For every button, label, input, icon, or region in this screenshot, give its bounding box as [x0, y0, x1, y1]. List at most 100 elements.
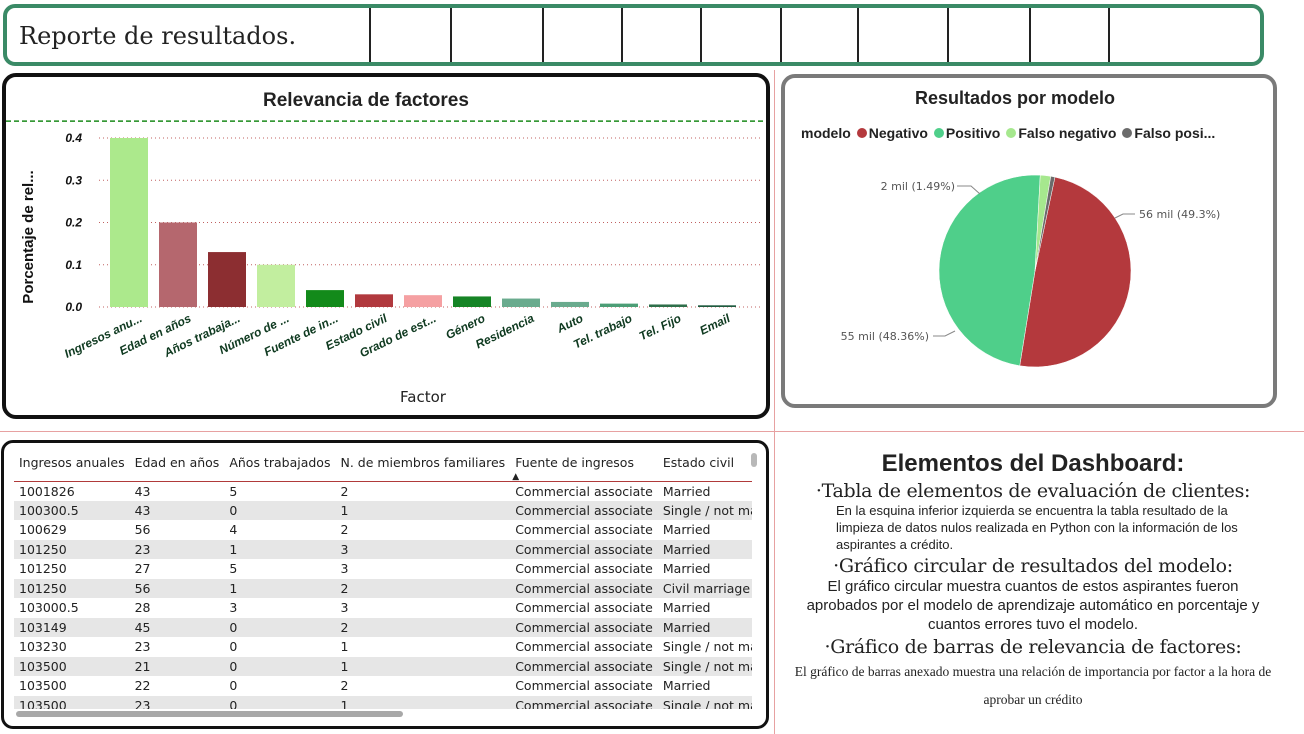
bar[interactable]: [159, 222, 197, 308]
table-cell: 3: [229, 600, 238, 616]
y-tick-label: 0.2: [65, 216, 82, 230]
x-axis-label: Factor: [400, 388, 447, 406]
section-title-text: Tabla de elementos de evaluación de clie…: [821, 480, 1251, 502]
sort-ascending-icon[interactable]: ▲: [512, 472, 519, 482]
horizontal-scrollbar[interactable]: [16, 711, 403, 717]
table-cell: Commercial associate: [510, 617, 658, 637]
table-cell: 103500: [19, 678, 67, 694]
table-scroll-area[interactable]: Ingresos anuales Edad en años Años trabaja…: [14, 451, 752, 709]
table-cell: 0: [224, 656, 336, 676]
header-cell: [621, 8, 623, 62]
header-cell: [947, 8, 949, 62]
column-header[interactable]: Edad en años: [129, 451, 225, 482]
table-cell: 103500: [14, 656, 130, 676]
bar[interactable]: [208, 252, 246, 307]
column-header[interactable]: N. de miembros familiares: [335, 451, 511, 482]
table-cell: 2: [340, 483, 349, 499]
bar[interactable]: [404, 295, 442, 307]
table-row[interactable]: 101250 27 5 3 Commercial associate Married: [14, 559, 752, 579]
bar-chart[interactable]: Porcentaje de rel... Factor 0.0 0.1 0.2 0.3…: [6, 77, 766, 415]
column-header[interactable]: Ingresos anuales: [14, 451, 130, 482]
table-row[interactable]: 103149 45 0 2 Commercial associate Married: [14, 617, 752, 637]
table-cell: 21: [129, 656, 225, 676]
report-title: Reporte de resultados.: [19, 22, 297, 50]
bar[interactable]: [355, 294, 393, 307]
section-title-text: Gráfico circular de resultados del model…: [838, 555, 1233, 577]
table-row[interactable]: 101250 56 1 2 Commercial associate Civil marr…: [14, 578, 752, 598]
header-cell: [857, 8, 859, 62]
table-cell: Married: [662, 678, 711, 694]
bar[interactable]: [551, 301, 589, 307]
bar[interactable]: [306, 290, 344, 307]
column-header[interactable]: Fuente de ingresos ▲: [510, 451, 658, 482]
table-cell: 43: [134, 483, 151, 499]
table-row[interactable]: 103500 22 0 2 Commercial associate Married: [14, 676, 752, 696]
table-cell: 0: [224, 500, 336, 520]
table-cell: 2: [340, 678, 349, 694]
table-row[interactable]: 101250 23 1 3 Commercial associate Married: [14, 539, 752, 559]
table-cell: 2: [335, 578, 511, 598]
table-row[interactable]: 103500 23 0 1 Commercial associate Single / n…: [14, 695, 752, 709]
bar[interactable]: [649, 304, 687, 307]
table-cell: 100300.5: [14, 500, 130, 520]
table-cell: 100629: [19, 522, 67, 538]
table-cell: 43: [129, 500, 225, 520]
report-header: Reporte de resultados.: [3, 4, 1264, 66]
table-cell: 103149: [14, 617, 130, 637]
bar[interactable]: [600, 303, 638, 307]
y-tick-label: 0.4: [65, 131, 82, 145]
table-cell: 1001826: [19, 483, 75, 499]
table-cell: Commercial associate: [515, 483, 653, 499]
pie-chart[interactable]: 2 mil (1.49%) 56 mil (49.3%) 55 mil (48.…: [785, 78, 1273, 404]
clients-table: Ingresos anuales Edad en años Años trabaja…: [14, 451, 752, 709]
table-cell: 1: [224, 578, 336, 598]
table-cell: Commercial associate: [515, 522, 653, 538]
table-cell: Commercial associate: [510, 500, 658, 520]
table-cell: Civil marriage: [657, 578, 752, 598]
table-cell: Commercial associate: [510, 695, 658, 709]
column-header[interactable]: Estado civil: [657, 451, 752, 482]
table-cell: 101250: [19, 561, 67, 577]
table-cell: 22: [134, 678, 151, 694]
section-body-bar: El gráfico de barras anexado muestra una…: [794, 664, 1272, 707]
header-cell: [780, 8, 782, 62]
bar[interactable]: [698, 305, 736, 307]
bar[interactable]: [502, 298, 540, 307]
table-cell: 103230: [19, 639, 67, 655]
bar[interactable]: [257, 264, 295, 307]
table-cell: 23: [129, 695, 225, 709]
table-cell: 1: [335, 695, 511, 709]
table-cell: Commercial associate: [515, 678, 653, 694]
header-cell: [369, 8, 371, 62]
header-cell: [542, 8, 544, 62]
bar[interactable]: [110, 138, 148, 307]
table-cell: 101250: [14, 539, 130, 559]
clients-table-card[interactable]: Ingresos anuales Edad en años Años trabaja…: [1, 440, 769, 729]
x-tick-label: Email: [697, 311, 733, 338]
table-cell: Married: [657, 539, 752, 559]
table-cell: Single / not married: [657, 656, 752, 676]
dashboard-description: Elementos del Dashboard: ·Tabla de eleme…: [778, 450, 1288, 714]
table-row[interactable]: 1001826 43 5 2 Commercial associate Married: [14, 481, 752, 501]
header-cell: [450, 8, 452, 62]
section-title-text: Gráfico de barras de relevancia de facto…: [830, 636, 1242, 658]
table-cell: Married: [662, 522, 711, 538]
pie-chart-card[interactable]: Resultados por modelo modelo Negativo Po…: [781, 74, 1277, 408]
table-row[interactable]: 103230 23 0 1 Commercial associate Single / n…: [14, 637, 752, 657]
pie-leader-line: [933, 330, 956, 337]
table-row[interactable]: 100300.5 43 0 1 Commercial associate Single /…: [14, 500, 752, 520]
table-row[interactable]: 103000.5 28 3 3 Commercial associate Married: [14, 598, 752, 618]
vertical-scrollbar[interactable]: [751, 453, 757, 467]
table-cell: Single / not married: [657, 500, 752, 520]
table-cell: 0: [224, 617, 336, 637]
bar-chart-card[interactable]: Relevancia de factores Porcentaje de rel…: [2, 73, 770, 419]
table-cell: 23: [129, 539, 225, 559]
bar[interactable]: [453, 296, 491, 307]
table-cell: 56: [129, 578, 225, 598]
section-title-table: ·Tabla de elementos de evaluación de cli…: [815, 480, 1251, 502]
column-header[interactable]: Años trabajados: [224, 451, 336, 482]
table-row[interactable]: 103500 21 0 1 Commercial associate Single / n…: [14, 656, 752, 676]
horizontal-divider: [0, 431, 1304, 432]
table-row[interactable]: 100629 56 4 2 Commercial associate Married: [14, 520, 752, 540]
y-axis-label: Porcentaje de rel...: [20, 170, 37, 303]
